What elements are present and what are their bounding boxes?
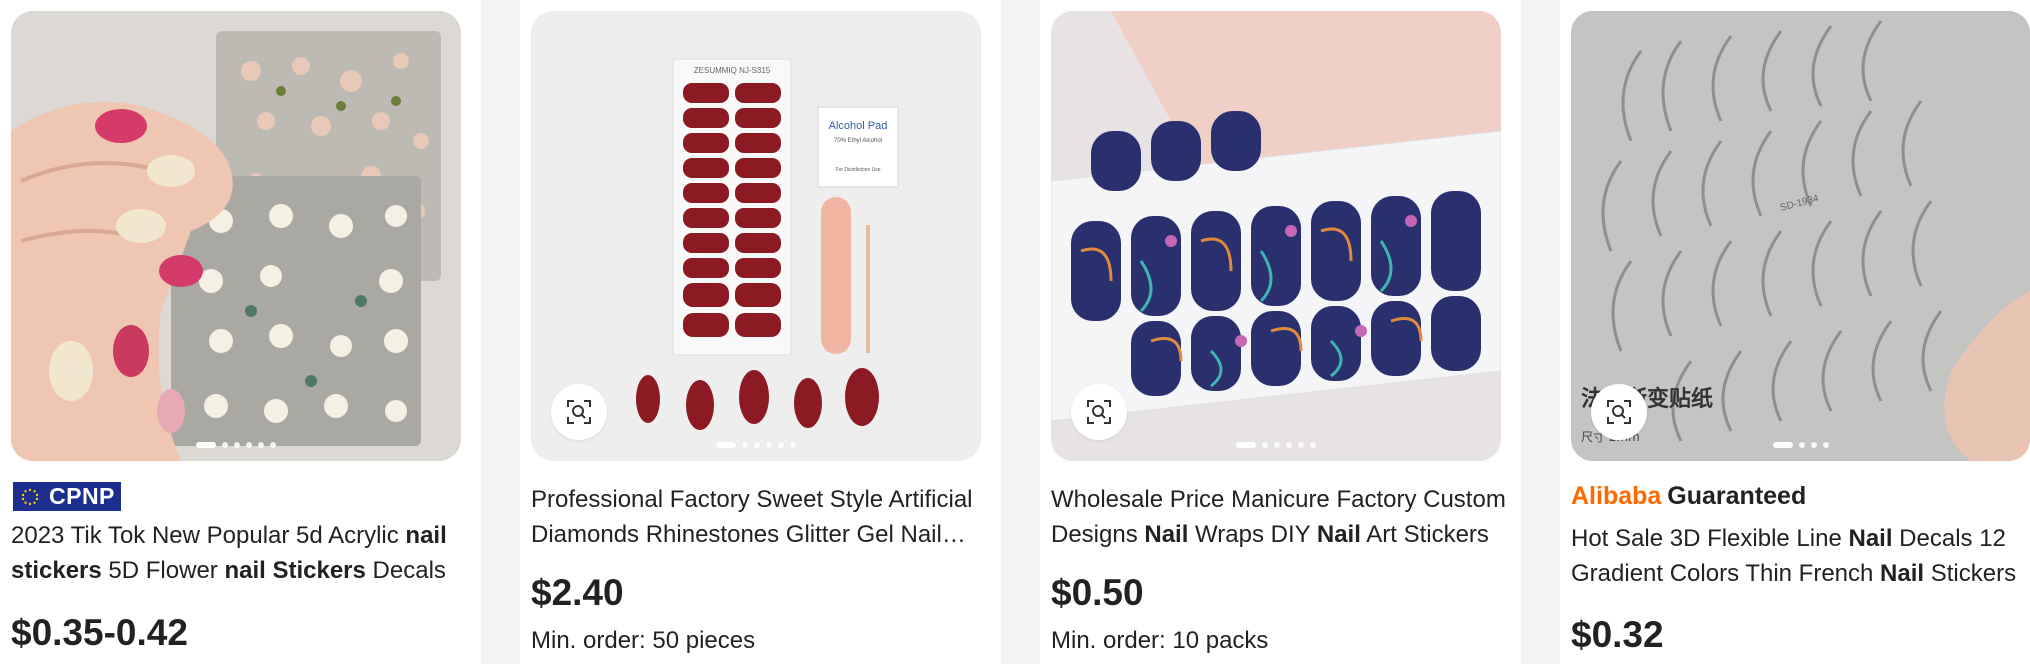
product-title-1[interactable]: 2023 Tik Tok New Popular 5d Acrylic nail… (11, 518, 466, 588)
product-card-4[interactable]: SD-1934 法式渐变贴纸 尺寸 2mm Alibaba Guaranteed… (1560, 0, 2030, 664)
carousel-dot[interactable] (1798, 442, 1805, 448)
sheet-code-label: ZESUMMIQ NJ-S315 (694, 66, 771, 75)
min-order-3: Min. order: 10 packs (1051, 627, 1269, 654)
carousel-dot[interactable] (742, 442, 748, 448)
title-segment: 2023 Tik Tok New Popular 5d Acrylic (11, 522, 406, 549)
title-segment: nail Stickers (224, 557, 366, 584)
product-image-3[interactable] (1051, 11, 1501, 461)
guaranteed-label: Guaranteed (1667, 482, 1807, 510)
image-carousel-dots[interactable] (1236, 442, 1316, 448)
cpnp-badge: CPNP (13, 482, 121, 511)
carousel-dot[interactable] (790, 442, 796, 448)
product-image-1[interactable] (11, 11, 461, 461)
carousel-dot[interactable] (1772, 442, 1793, 448)
image-carousel-dots[interactable] (1772, 442, 1829, 448)
image-search-icon (1087, 400, 1111, 424)
title-segment: Nail (1848, 525, 1893, 552)
carousel-dot[interactable] (246, 442, 252, 448)
carousel-dot[interactable] (1236, 442, 1256, 448)
min-order-2: Min. order: 50 pieces (531, 627, 756, 654)
product-price-2: $2.40 (531, 572, 624, 613)
image-carousel-dots[interactable] (196, 442, 276, 448)
alcohol-pad-subtitle: 70% Ethyl Alcohol (834, 138, 882, 144)
product-price-4: $0.32 (1571, 614, 1664, 655)
carousel-dot[interactable] (234, 442, 240, 448)
product-title-3[interactable]: Wholesale Price Manicure Factory Custom … (1051, 482, 1506, 552)
alibaba-guaranteed-badge: Alibaba Guaranteed (1571, 482, 1806, 511)
title-segment: Stickers (1924, 560, 2017, 587)
carousel-dot[interactable] (1310, 442, 1316, 448)
product-price-3: $0.50 (1051, 572, 1144, 613)
title-segment: Hot Sale 3D Flexible Line (1571, 525, 1849, 552)
title-segment: Decals (365, 557, 446, 584)
title-segment: 5D Flower (101, 557, 225, 584)
carousel-dot[interactable] (270, 442, 276, 448)
product-image-2[interactable]: ZESUMMIQ NJ-S315 Alcohol Pad 70% Ethyl A… (531, 11, 981, 461)
cpnp-label: CPNP (49, 483, 115, 509)
product-card-2[interactable]: ZESUMMIQ NJ-S315 Alcohol Pad 70% Ethyl A… (520, 0, 1001, 664)
image-carousel-dots[interactable] (716, 442, 796, 448)
carousel-dot[interactable] (222, 442, 228, 448)
product-price-1: $0.35-0.42 (11, 612, 188, 653)
eu-flag-icon (17, 486, 43, 507)
product-title-4[interactable]: Hot Sale 3D Flexible Line Nail Decals 12… (1571, 521, 2026, 591)
product-card-3[interactable]: Wholesale Price Manicure Factory Custom … (1040, 0, 1521, 664)
title-segment: Nail (1880, 560, 1925, 587)
carousel-dot[interactable] (754, 442, 760, 448)
carousel-dot[interactable] (766, 442, 772, 448)
alcohol-pad-title: Alcohol Pad (829, 120, 888, 132)
carousel-dot[interactable] (1298, 442, 1304, 448)
title-segment: Art Stickers (1360, 521, 1489, 548)
title-segment: Nail (1316, 521, 1361, 548)
carousel-dot[interactable] (778, 442, 784, 448)
image-search-icon (1607, 400, 1631, 424)
image-search-button[interactable] (551, 384, 607, 440)
image-search-button[interactable] (1071, 384, 1127, 440)
image-search-button[interactable] (1591, 384, 1647, 440)
product-card-1[interactable]: CPNP 2023 Tik Tok New Popular 5d Acrylic… (0, 0, 481, 664)
title-segment: Nail (1144, 521, 1189, 548)
carousel-dot[interactable] (196, 442, 216, 448)
carousel-dot[interactable] (716, 442, 736, 448)
carousel-dot[interactable] (1262, 442, 1268, 448)
alibaba-brand: Alibaba (1571, 482, 1662, 510)
carousel-dot[interactable] (1274, 442, 1280, 448)
title-segment: Professional Factory Sweet Style Artific… (531, 486, 973, 548)
product-image-4[interactable]: SD-1934 法式渐变贴纸 尺寸 2mm (1571, 11, 2030, 461)
carousel-dot[interactable] (1286, 442, 1292, 448)
carousel-dot[interactable] (1822, 442, 1829, 448)
product-title-2[interactable]: Professional Factory Sweet Style Artific… (531, 482, 986, 552)
alcohol-pad-footer: For Disinfection Use (835, 167, 880, 173)
image-search-icon (567, 400, 591, 424)
carousel-dot[interactable] (1810, 442, 1817, 448)
title-segment: Wraps DIY (1188, 521, 1317, 548)
carousel-dot[interactable] (258, 442, 264, 448)
